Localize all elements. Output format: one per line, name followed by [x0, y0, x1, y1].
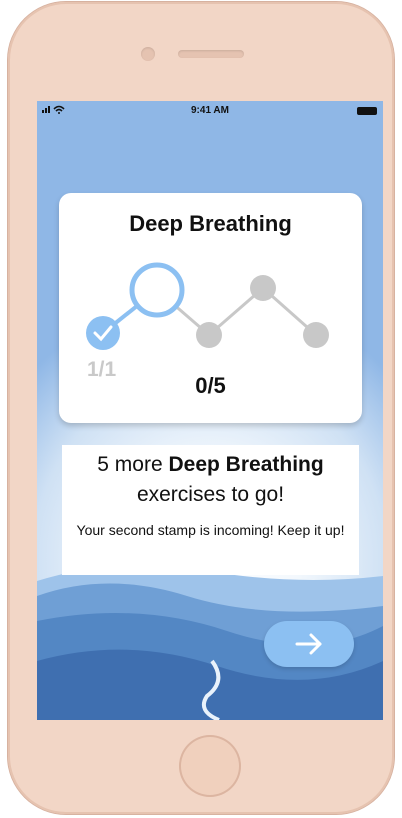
message-exercise-name: Deep Breathing [168, 453, 324, 476]
locked-stamp-node [303, 322, 329, 348]
locked-stamp-node [250, 275, 276, 301]
message-subtext: Your second stamp is incoming! Keep it u… [76, 522, 345, 538]
encouragement-panel: 5 more Deep Breathing exercises to go! Y… [62, 445, 359, 575]
app-screen: 9:41 AM Deep Breathing 1/1 0/5 5 more De… [37, 101, 383, 720]
status-bar: 9:41 AM [37, 101, 383, 121]
message-headline-line2: exercises to go! [136, 483, 285, 506]
arrow-right-icon [295, 633, 322, 655]
phone-frame: 9:41 AM Deep Breathing 1/1 0/5 5 more De… [8, 2, 394, 814]
locked-stamp-node [196, 322, 222, 348]
message-prefix: 5 more [97, 453, 169, 476]
home-button[interactable] [179, 735, 241, 797]
completed-stamp-node [86, 316, 120, 350]
message-headline: 5 more Deep Breathing [62, 453, 359, 477]
status-time: 9:41 AM [191, 105, 229, 116]
current-stamp-node[interactable] [129, 262, 185, 318]
progress-card: Deep Breathing 1/1 0/5 [59, 193, 362, 423]
front-camera [141, 47, 155, 61]
progress-count: 0/5 [195, 373, 226, 398]
earpiece-speaker [178, 50, 244, 58]
battery-icon [357, 107, 377, 115]
card-title: Deep Breathing [129, 211, 292, 236]
next-button[interactable] [264, 621, 354, 667]
